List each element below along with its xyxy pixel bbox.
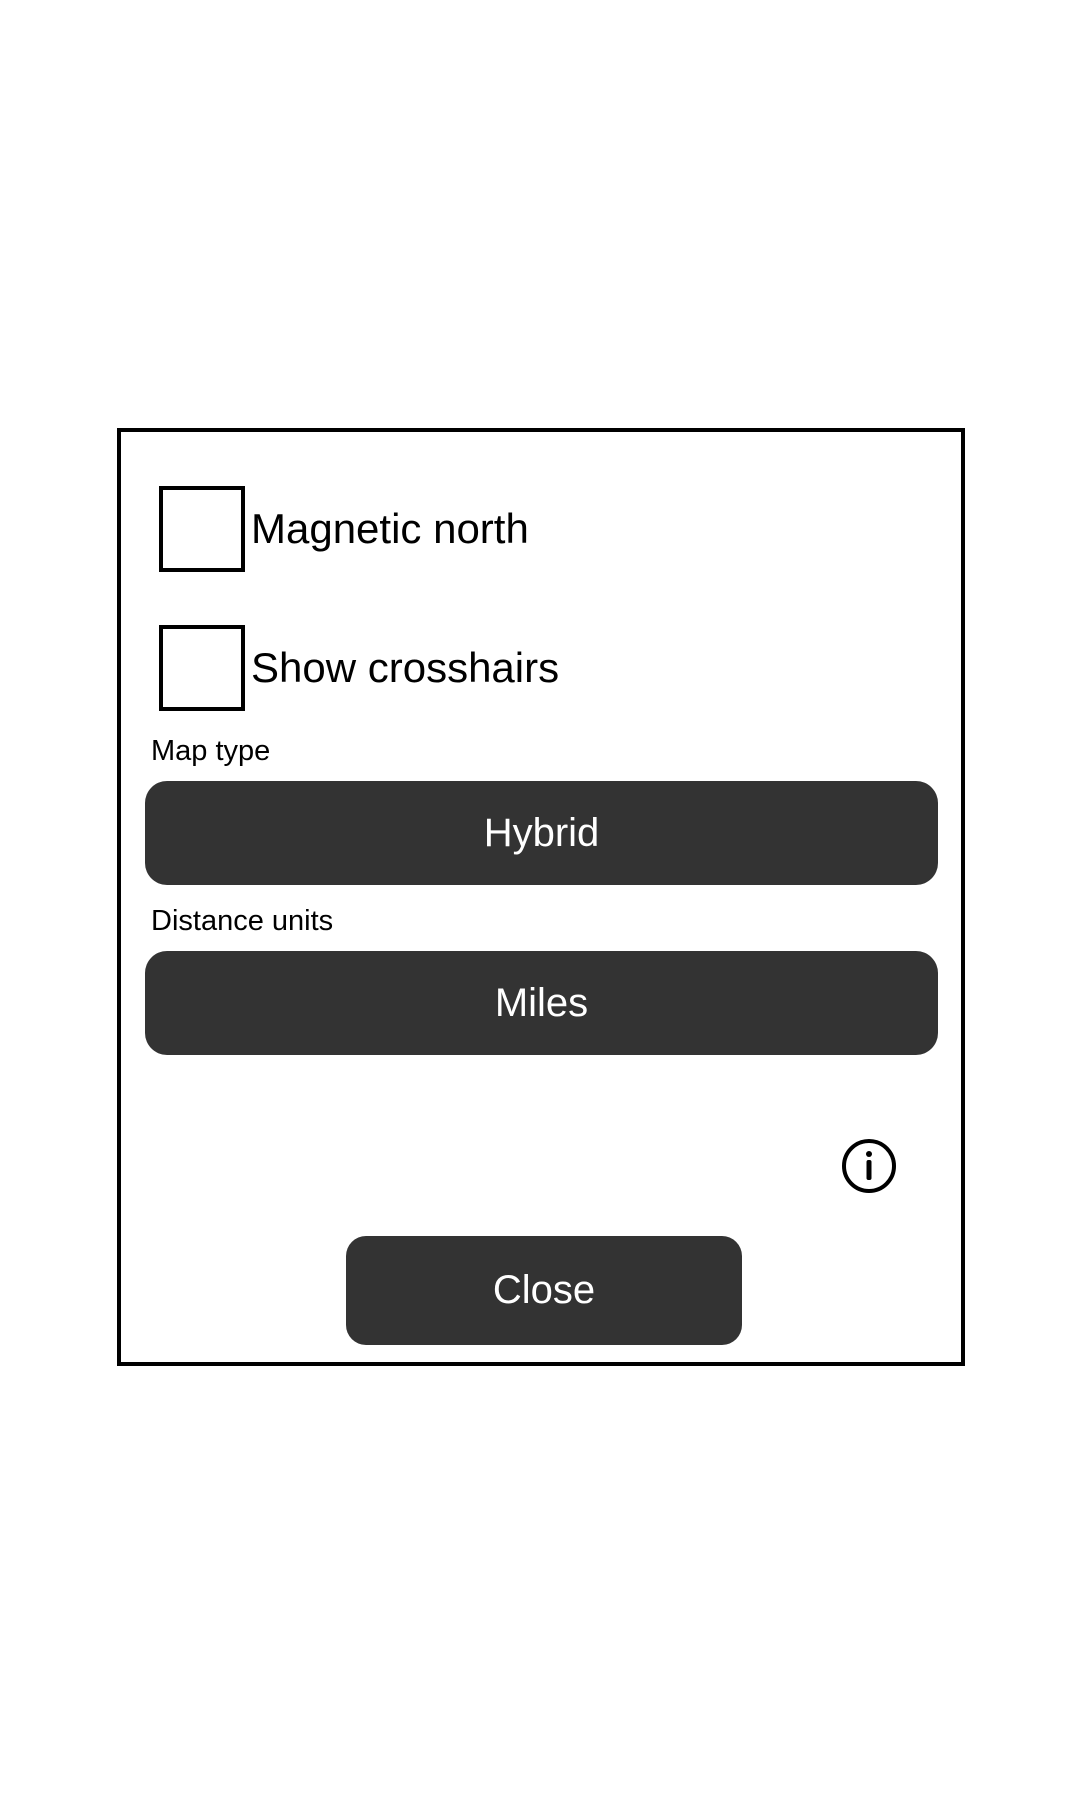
magnetic-north-checkbox[interactable] — [159, 486, 245, 572]
show-crosshairs-row[interactable]: Show crosshairs — [159, 625, 559, 711]
map-type-button[interactable]: Hybrid — [145, 781, 938, 885]
distance-units-label: Distance units — [151, 905, 334, 937]
settings-dialog: Magnetic north Show crosshairs Map type … — [117, 428, 965, 1366]
show-crosshairs-label: Show crosshairs — [251, 644, 560, 691]
magnetic-north-label: Magnetic north — [251, 505, 529, 552]
magnetic-north-row[interactable]: Magnetic north — [159, 486, 529, 572]
map-type-label: Map type — [151, 735, 271, 767]
close-button[interactable]: Close — [346, 1236, 742, 1345]
show-crosshairs-checkbox[interactable] — [159, 625, 245, 711]
distance-units-button[interactable]: Miles — [145, 951, 938, 1055]
info-circle-icon[interactable] — [841, 1138, 897, 1194]
info-icon-graphic — [842, 1139, 896, 1193]
